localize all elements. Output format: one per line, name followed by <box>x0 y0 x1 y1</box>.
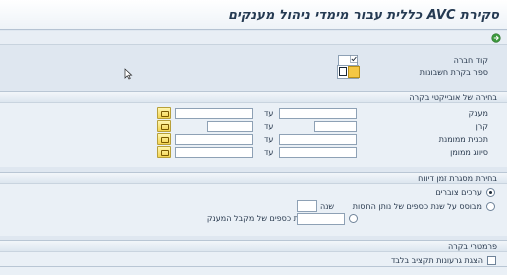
ledger-cursor-box <box>339 67 347 76</box>
sponsored-program-label: תכנית ממומנת <box>438 135 488 144</box>
recipient-fiscal-year-radio[interactable] <box>349 214 358 223</box>
grant-to-label: עד <box>264 109 274 118</box>
fund-from-input[interactable] <box>314 121 357 132</box>
control-parameters-section-header: פרמטרי בקרה <box>0 241 507 252</box>
sponsor-fiscal-year-radio[interactable] <box>486 202 495 211</box>
budget-shortfalls-label: הצגת גרעונות תקציב בלבד <box>390 256 483 265</box>
ledger-value-help-button[interactable] <box>348 66 360 78</box>
sponsored-program-to-label: עד <box>264 135 274 144</box>
sponsored-class-label: סיווג ממומן <box>450 148 488 157</box>
fund-label: קרן <box>475 122 488 131</box>
sponsored-program-multiple-selection-button[interactable] <box>157 133 171 145</box>
objects-section-header: בחירה של אובייקטי בקרה <box>0 92 507 103</box>
sponsored-program-from-input[interactable] <box>279 134 357 145</box>
grant-from-input[interactable] <box>279 108 357 119</box>
execute-icon[interactable] <box>491 33 501 43</box>
budget-shortfalls-checkbox[interactable] <box>487 256 496 265</box>
sponsor-year-label: שנה <box>320 202 335 211</box>
application-toolbar <box>0 31 507 45</box>
page-title: סקירת AVC כללית עבור מימדי ניהול מענקים <box>227 8 499 23</box>
ledger-label: ספר בקרת חשבונות <box>419 68 488 77</box>
fund-to-label: עד <box>264 122 274 131</box>
required-check-icon <box>350 55 358 63</box>
sponsored-class-multiple-selection-button[interactable] <box>157 146 171 158</box>
mouse-cursor-icon <box>124 68 133 80</box>
grant-multiple-selection-button[interactable] <box>157 107 171 119</box>
sponsored-program-to-input[interactable] <box>175 134 253 145</box>
period-section-header: בחירת מסגרת זמן דיווח <box>0 173 507 184</box>
company-code-label: קוד חברה <box>453 56 488 65</box>
cumulative-values-radio[interactable] <box>486 188 495 197</box>
objects-section: בחירה של אובייקטי בקרה <box>0 91 507 167</box>
fund-multiple-selection-button[interactable] <box>157 120 171 132</box>
sponsor-fiscal-year-label: מבוסס על שנת כספים של נותן החסות <box>352 202 482 211</box>
bottom-strip <box>0 266 507 275</box>
fund-to-input[interactable] <box>207 121 253 132</box>
sponsored-class-to-input[interactable] <box>175 147 253 158</box>
sponsor-year-input[interactable] <box>297 200 317 212</box>
grant-label: מענק <box>468 109 488 118</box>
sponsored-class-from-input[interactable] <box>279 147 357 158</box>
grant-to-input[interactable] <box>175 108 253 119</box>
cumulative-values-label: ערכים צוברים <box>435 188 482 197</box>
recipient-year-input[interactable] <box>297 213 345 225</box>
sponsored-class-to-label: עד <box>264 148 274 157</box>
